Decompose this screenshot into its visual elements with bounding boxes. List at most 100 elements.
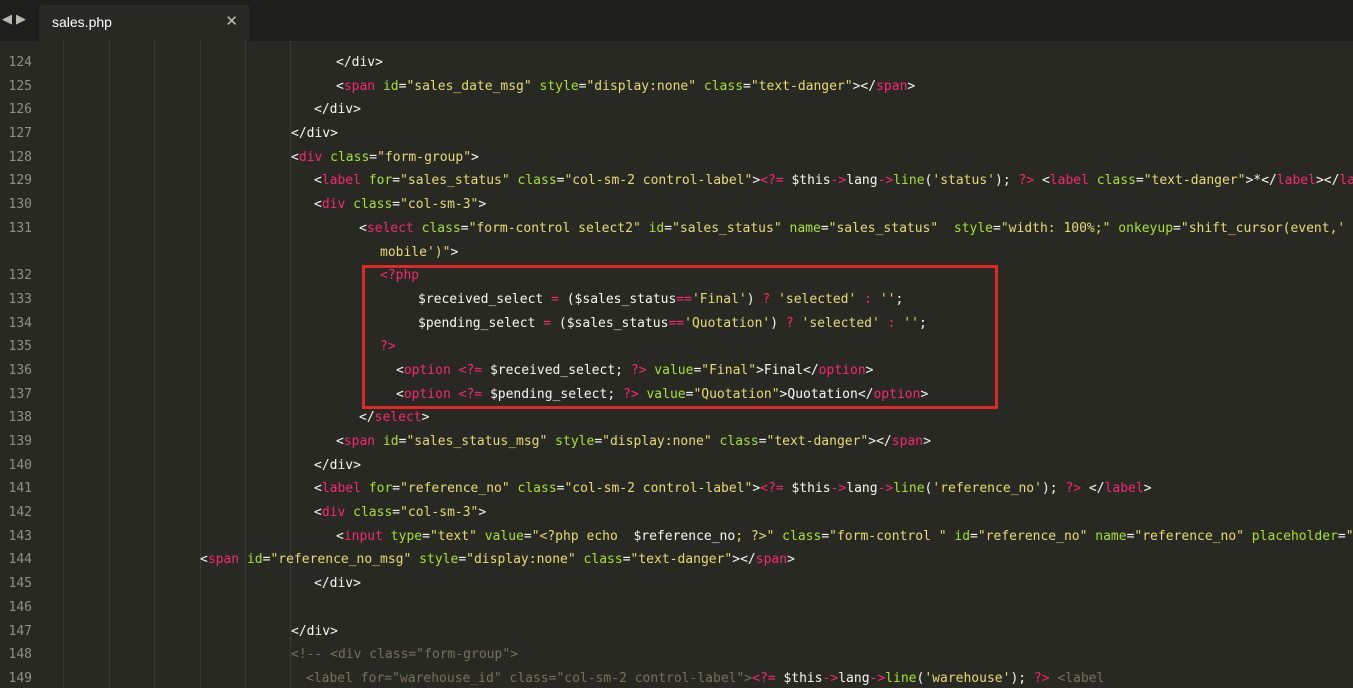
code-token: label <box>321 481 361 497</box>
tab-title: sales.php <box>52 14 112 30</box>
code-line[interactable]: </div> <box>64 620 1353 644</box>
line-number: 149 <box>8 670 32 686</box>
code-token: < <box>336 434 344 449</box>
code-token: class <box>322 149 370 165</box>
line-number: 133 <box>8 291 32 307</box>
code-token: ?> <box>1065 481 1082 497</box>
code-token: class <box>1088 173 1136 189</box>
code-line[interactable]: <label for="warehouse_id" class="col-sm-… <box>64 667 1353 688</box>
code-line[interactable]: <div class="form-group"> <box>64 146 1353 170</box>
line-number: 137 <box>8 386 32 402</box>
forward-arrow-icon[interactable]: ▶ <box>14 11 28 29</box>
code-line[interactable] <box>64 596 1353 620</box>
code-token: <?= <box>760 173 784 189</box>
code-line[interactable]: mobile')"> <box>64 241 1353 265</box>
code-token: <label <box>1049 670 1105 686</box>
code-token: placeholder <box>1243 528 1338 544</box>
code-token: "sales_status" <box>828 220 939 236</box>
code-token: < <box>1034 173 1050 189</box>
code-token: "sales_date_msg" <box>406 78 532 94</box>
code-token: "reference_no" <box>977 528 1088 544</box>
code-token: $this <box>791 481 831 497</box>
code-token: select <box>366 220 414 236</box>
code-token: ></ <box>732 552 756 568</box>
code-token: ); <box>1010 670 1034 686</box>
code-token: > <box>478 197 487 213</box>
code-token: ?> <box>1018 173 1035 189</box>
line-number: 127 <box>8 126 32 142</box>
code-token: </ <box>1081 481 1105 497</box>
code-token: = <box>1337 528 1346 544</box>
code-token: span <box>207 552 240 568</box>
code-token: 'warehouse' <box>924 670 1011 686</box>
code-token: = <box>392 481 401 497</box>
code-token: "text-danger" <box>630 552 733 568</box>
code-line[interactable]: </div> <box>64 122 1353 146</box>
code-token: name <box>781 220 821 236</box>
code-line[interactable]: <span id="sales_date_msg" style="display… <box>64 75 1353 99</box>
code-token: = <box>458 552 467 568</box>
code-token: label <box>1339 173 1353 189</box>
code-token: input <box>343 528 383 544</box>
code-token: </ <box>359 410 375 426</box>
line-number: 126 <box>8 102 32 118</box>
line-number: 130 <box>8 197 32 213</box>
code-token: = <box>369 149 378 165</box>
code-token: label <box>1049 173 1089 189</box>
code-token: span <box>343 78 376 94</box>
code-token: line <box>893 173 925 189</box>
code-token: style <box>411 552 459 568</box>
line-number: 142 <box>8 505 32 521</box>
code-token: "form-group" <box>377 149 472 165</box>
code-token: style <box>953 220 994 236</box>
code-token: "<?php echo <box>531 528 634 544</box>
code-line[interactable]: <div class="col-sm-3"> <box>64 501 1353 525</box>
code-line[interactable]: </div> <box>64 572 1353 596</box>
code-token: class <box>711 434 759 449</box>
code-line[interactable]: <label for="sales_status" class="col-sm-… <box>64 169 1353 193</box>
code-token: class <box>509 173 557 189</box>
code-token: class <box>509 481 557 497</box>
line-number: 136 <box>8 362 32 378</box>
code-token: = <box>758 434 767 449</box>
code-line[interactable]: </div> <box>64 51 1353 75</box>
code-token: = <box>743 78 751 94</box>
code-token: mobile')" <box>380 244 451 260</box>
code-token: "col-sm-2 control-label" <box>564 481 753 497</box>
tab-sales-php[interactable]: sales.php ✕ <box>39 5 250 41</box>
code-token: "display:none" <box>466 552 576 568</box>
code-token: "col-sm-3" <box>400 505 479 521</box>
code-line[interactable]: <div class="col-sm-3"> <box>64 193 1353 217</box>
code-token: "display:none" <box>586 78 697 94</box>
code-line[interactable]: <select class="form-control select2" id=… <box>64 217 1353 241</box>
code-token: >*</ <box>1245 173 1277 189</box>
line-number: 138 <box>8 410 32 426</box>
code-line[interactable]: <span id="reference_no_msg" style="displ… <box>64 548 1353 572</box>
code-token: lang <box>846 481 878 497</box>
code-line[interactable]: <!-- <div class="form-group"> <box>64 643 1353 667</box>
code-line[interactable]: <input type="text" value="<?php echo $re… <box>64 525 1353 549</box>
code-line[interactable]: <span id="sales_status_msg" style="displ… <box>64 430 1353 454</box>
code-token: span <box>343 434 376 449</box>
code-token: = <box>594 434 603 449</box>
close-icon[interactable]: ✕ <box>225 12 238 30</box>
code-line[interactable]: </select> <box>64 406 1353 430</box>
code-token: "col-sm-3" <box>400 197 479 213</box>
code-editor[interactable]: 124 125 126 127 128 129 130 131 132 133 134 135 136 1… <box>0 41 1353 688</box>
code-line[interactable]: </div> <box>64 98 1353 122</box>
code-token: class <box>345 505 393 521</box>
line-number: 131 <box>8 220 32 236</box>
code-token: lang <box>838 670 870 686</box>
code-line[interactable]: </div> <box>64 454 1353 478</box>
code-token: = <box>392 505 401 521</box>
code-token: "display:none" <box>602 434 712 449</box>
code-token: -> <box>877 173 894 189</box>
line-number-gutter: 124 125 126 127 128 129 130 131 132 133 134 135 136 1… <box>0 51 44 688</box>
code-token: 'reference_no' <box>932 481 1042 497</box>
code-token: ); <box>1041 481 1066 497</box>
code-line[interactable]: <label for="reference_no" class="col-sm-… <box>64 477 1353 501</box>
code-token: <!-- <div class="form-group"> <box>291 647 518 663</box>
back-arrow-icon[interactable]: ◀ <box>0 11 14 29</box>
code-token: > <box>450 244 459 260</box>
line-number: 135 <box>8 339 32 355</box>
